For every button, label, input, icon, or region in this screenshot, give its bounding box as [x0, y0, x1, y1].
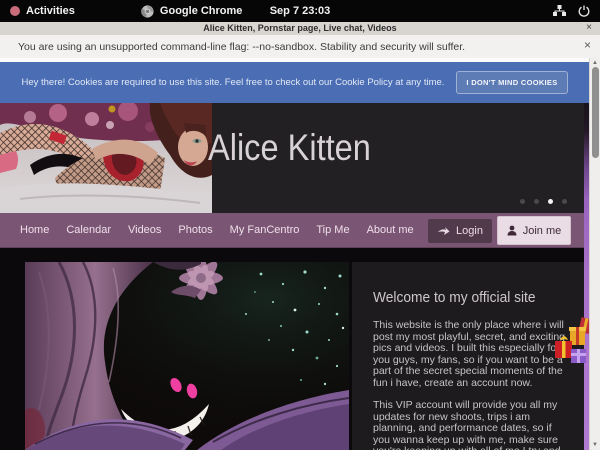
cookie-message: Hey there! Cookies are required to use t… — [21, 77, 444, 88]
header-hero: Alice Kitten — [0, 103, 589, 213]
network-icon[interactable] — [553, 5, 566, 17]
welcome-paragraph-2: This VIP account will provide you all my… — [373, 400, 571, 450]
scroll-up-icon[interactable]: ▲ — [590, 60, 600, 66]
carousel-dot-3-active[interactable] — [548, 199, 553, 204]
scrollbar-thumb[interactable] — [592, 67, 599, 158]
join-me-button[interactable]: Join me — [497, 216, 571, 245]
browser-titlebar: Alice Kitten, Pornstar page, Live chat, … — [0, 22, 600, 36]
login-button[interactable]: Login — [428, 219, 492, 243]
page-background-strip — [584, 103, 589, 450]
window-title: Alice Kitten, Pornstar page, Live chat, … — [0, 23, 600, 33]
chrome-infobar: You are using an unsupported command-lin… — [0, 35, 600, 59]
join-me-label: Join me — [523, 225, 562, 237]
scrollbar[interactable]: ▲ ▼ — [589, 58, 600, 450]
page-viewport: Hey there! Cookies are required to use t… — [0, 58, 589, 450]
header-photo[interactable] — [0, 103, 212, 213]
nav-item-about-me[interactable]: About me — [367, 224, 414, 236]
carousel-dots — [520, 199, 567, 204]
nav-item-calendar[interactable]: Calendar — [66, 224, 111, 236]
nav-item-photos[interactable]: Photos — [178, 224, 212, 236]
user-icon — [507, 225, 517, 236]
login-arrow-icon — [437, 226, 450, 236]
infobar-message: You are using an unsupported command-lin… — [0, 41, 465, 53]
nav-item-videos[interactable]: Videos — [128, 224, 161, 236]
gnome-top-bar: Activities Google Chrome Sep 7 23:03 — [0, 0, 600, 22]
welcome-panel: Welcome to my official site This website… — [352, 262, 584, 450]
welcome-heading: Welcome to my official site — [373, 290, 560, 306]
carousel-dot-1[interactable] — [520, 199, 525, 204]
gifts-icon[interactable] — [553, 316, 589, 371]
scroll-down-icon[interactable]: ▼ — [590, 442, 600, 448]
carousel-dot-2[interactable] — [534, 199, 539, 204]
login-label: Login — [456, 225, 483, 237]
welcome-image[interactable] — [25, 262, 349, 450]
cookie-accept-button[interactable]: I DON'T MIND COOKIES — [456, 71, 567, 94]
infobar-close-icon[interactable]: × — [584, 38, 591, 52]
site-title: Alice Kitten — [208, 127, 371, 169]
clock[interactable]: Sep 7 23:03 — [0, 5, 600, 17]
power-icon[interactable] — [578, 5, 590, 17]
nav-item-my-fancentro[interactable]: My FanCentro — [230, 224, 300, 236]
window-close-icon[interactable]: × — [586, 22, 592, 33]
welcome-paragraph-1: This website is the only place where i w… — [373, 320, 571, 389]
screen: Activities Google Chrome Sep 7 23:03 — [0, 0, 600, 450]
nav-item-home[interactable]: Home — [20, 224, 49, 236]
cookie-banner: Hey there! Cookies are required to use t… — [0, 62, 589, 103]
carousel-dot-4[interactable] — [562, 199, 567, 204]
nav-item-tip-me[interactable]: Tip Me — [316, 224, 349, 236]
